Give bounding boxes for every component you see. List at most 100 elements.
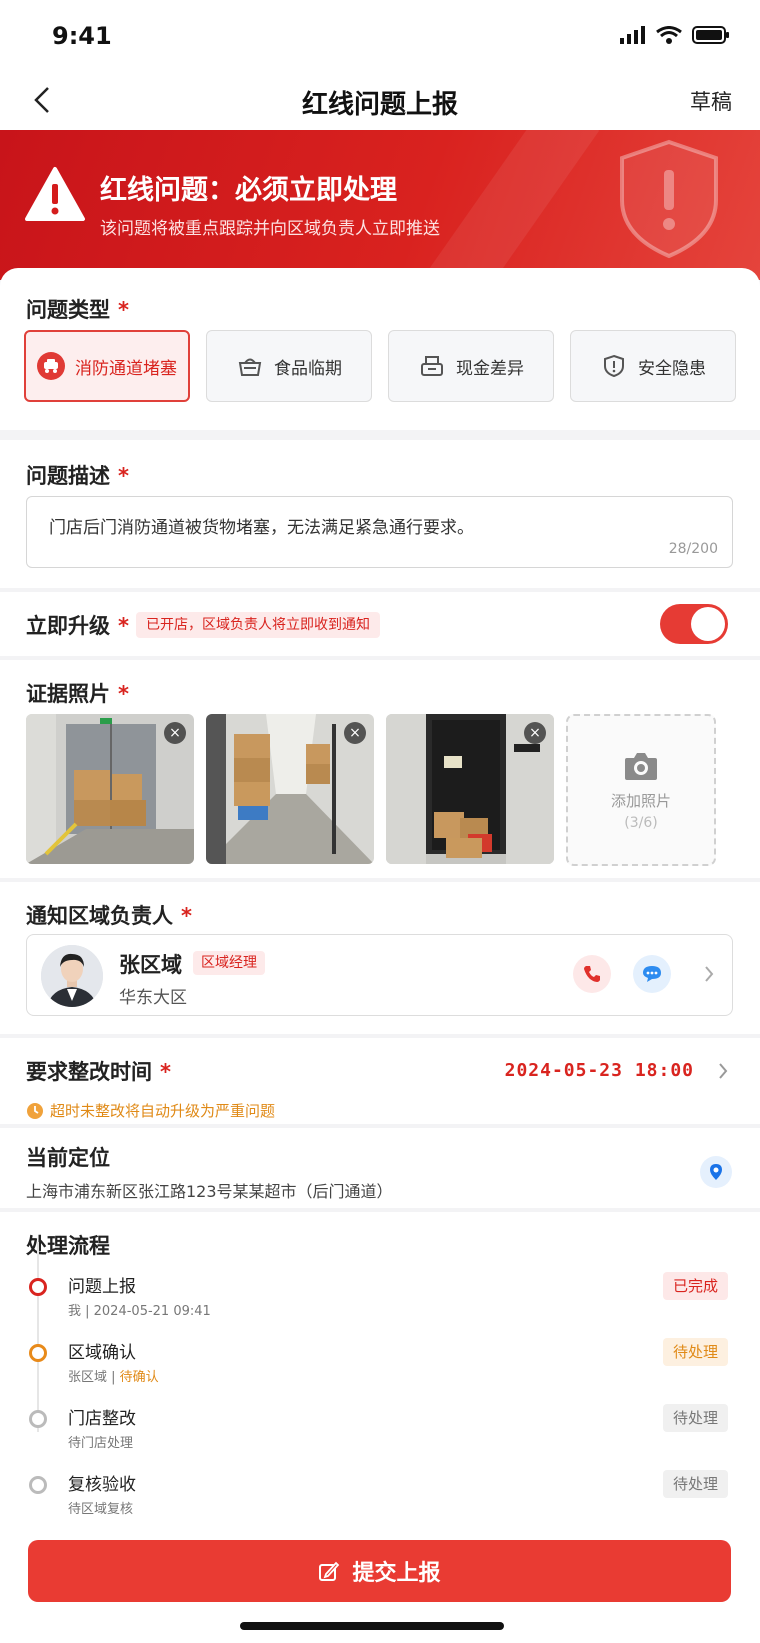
upgrade-toggle[interactable] (660, 604, 728, 644)
issue-type-label-text: 现金差异 (456, 358, 524, 379)
phone-icon (584, 966, 600, 982)
deadline-section[interactable]: 要求整改时间 * 2024-05-23 18:00 超时未整改将自动升级为严重问题 (0, 1038, 760, 1124)
banner-decoration (400, 130, 600, 280)
status-badge: 待处理 (662, 1404, 728, 1432)
manager-role-badge: 区域经理 (193, 951, 265, 975)
photos-label: 证据照片 * (26, 678, 129, 708)
status-badge: 待处理 (662, 1470, 728, 1498)
submit-button[interactable]: 提交上报 (28, 1540, 731, 1602)
add-photo-button[interactable]: 添加照片 (3/6) (566, 714, 716, 866)
issue-type-label-text: 问题类型 (26, 298, 110, 322)
issue-type-label-text: 食品临期 (274, 358, 342, 379)
issue-type-fire-exit[interactable]: 消防通道堵塞 (24, 330, 190, 402)
photos-label-text: 证据照片 (26, 682, 110, 706)
basket-icon (236, 352, 264, 380)
issue-type-label-text: 消防通道堵塞 (75, 358, 177, 379)
submit-label: 提交上报 (352, 1561, 441, 1586)
shield-alert-icon (600, 352, 628, 380)
notify-label-text: 通知区域负责人 (26, 904, 173, 928)
message-button[interactable] (633, 955, 671, 993)
location-address: 上海市浦东新区张江路123号某某超市（后门通道） (26, 1182, 393, 1201)
remove-photo-button[interactable]: × (344, 722, 366, 744)
step-subtitle: 待门店处理 (68, 1436, 134, 1451)
clock-icon (27, 1102, 43, 1119)
required-mark: * (118, 682, 129, 706)
upgrade-label-text: 立即升级 (26, 614, 110, 638)
step-subtitle: 我 | 2024-05-21 09:41 (68, 1304, 211, 1319)
shield-alert-icon (620, 139, 718, 259)
required-mark: * (118, 614, 129, 638)
step-subtitle: 张区域 | 待确认 (68, 1366, 159, 1385)
step-subtitle: 待区域复核 (68, 1502, 134, 1517)
location-pin-icon (710, 1164, 722, 1180)
timeline-step: 门店整改 待门店处理 待处理 (0, 1404, 760, 1464)
issue-type-label: 问题类型 * (26, 294, 129, 324)
deadline-note: 超时未整改将自动升级为严重问题 (26, 1100, 275, 1121)
edit-icon (319, 1561, 340, 1581)
description-text: 门店后门消防通道被货物堵塞，无法满足紧急通行要求。 (49, 518, 474, 538)
deadline-note-text: 超时未整改将自动升级为严重问题 (50, 1102, 276, 1120)
status-time: 9:41 (52, 22, 112, 50)
chevron-right-icon (705, 966, 714, 982)
issue-type-food-expiry[interactable]: 食品临期 (206, 330, 372, 402)
location-label-text: 当前定位 (26, 1146, 110, 1170)
deadline-value: 2024-05-23 18:00 (504, 1060, 694, 1081)
redline-banner: 红线问题：必须立即处理 该问题将被重点跟踪并向区域负责人立即推送 (0, 130, 760, 280)
step-title: 门店整改 (68, 1409, 136, 1429)
location-label: 当前定位 (26, 1142, 110, 1172)
remove-photo-button[interactable]: × (524, 722, 546, 744)
description-label: 问题描述 * (26, 460, 129, 490)
issue-type-safety-hazard[interactable]: 安全隐患 (570, 330, 736, 402)
step-title: 复核验收 (68, 1475, 136, 1495)
call-button[interactable] (573, 955, 611, 993)
photos-section: 证据照片 * × × × 添加照片 (3/6) (0, 660, 760, 878)
notify-label: 通知区域负责人 * (26, 900, 192, 930)
evidence-photo[interactable]: × (386, 714, 554, 864)
step-subtitle-text: 张区域 | (68, 1370, 120, 1385)
description-counter: 28/200 (668, 541, 718, 557)
upgrade-section: 立即升级 * 已开店，区域负责人将立即收到通知 (0, 592, 760, 656)
location-section: 当前定位 上海市浦东新区张江路123号某某超市（后门通道） (0, 1128, 760, 1208)
regional-manager-card[interactable]: 张区域 区域经理 华东大区 (26, 934, 733, 1016)
toggle-knob (691, 607, 725, 641)
step-dot (29, 1278, 47, 1296)
locate-button[interactable] (700, 1156, 732, 1188)
required-mark: * (118, 298, 129, 322)
step-dot (29, 1410, 47, 1428)
manager-name: 张区域 (119, 953, 182, 977)
camera-icon (625, 752, 657, 780)
warning-triangle-icon (25, 167, 85, 221)
required-mark: * (181, 904, 192, 928)
wifi-icon (656, 26, 682, 44)
back-button[interactable] (24, 82, 60, 118)
issue-type-cash-difference[interactable]: 现金差异 (388, 330, 554, 402)
status-badge: 待处理 (662, 1338, 728, 1366)
avatar (41, 945, 103, 1007)
evidence-photo[interactable]: × (26, 714, 194, 864)
manager-area: 华东大区 (119, 988, 187, 1008)
timeline-step: 问题上报 我 | 2024-05-21 09:41 已完成 (0, 1272, 760, 1332)
remove-photo-button[interactable]: × (164, 722, 186, 744)
photo-count: (3/6) (624, 814, 658, 831)
description-label-text: 问题描述 (26, 464, 110, 488)
fire-truck-icon (37, 352, 65, 380)
status-icons (620, 26, 730, 44)
deadline-label-text: 要求整改时间 (26, 1060, 152, 1084)
cash-register-icon (418, 352, 446, 380)
upgrade-label: 立即升级 * (26, 610, 129, 640)
issue-type-label-text: 安全隐患 (638, 358, 706, 379)
status-bar: 9:41 (0, 0, 760, 70)
description-textarea[interactable]: 门店后门消防通道被货物堵塞，无法满足紧急通行要求。 28/200 (26, 496, 733, 568)
step-title: 区域确认 (68, 1343, 136, 1363)
chevron-right-icon (719, 1063, 728, 1079)
banner-subtitle: 该问题将被重点跟踪并向区域负责人立即推送 (100, 219, 440, 239)
timeline-step: 复核验收 待区域复核 待处理 (0, 1470, 760, 1530)
step-dot (29, 1476, 47, 1494)
battery-icon (692, 26, 729, 44)
timeline-step: 区域确认 张区域 | 待确认 待处理 (0, 1338, 760, 1398)
evidence-photo[interactable]: × (206, 714, 374, 864)
page-title: 红线问题上报 (301, 90, 458, 120)
step-title: 问题上报 (68, 1277, 136, 1297)
draft-button[interactable]: 草稿 (690, 86, 732, 116)
home-indicator (240, 1622, 504, 1630)
